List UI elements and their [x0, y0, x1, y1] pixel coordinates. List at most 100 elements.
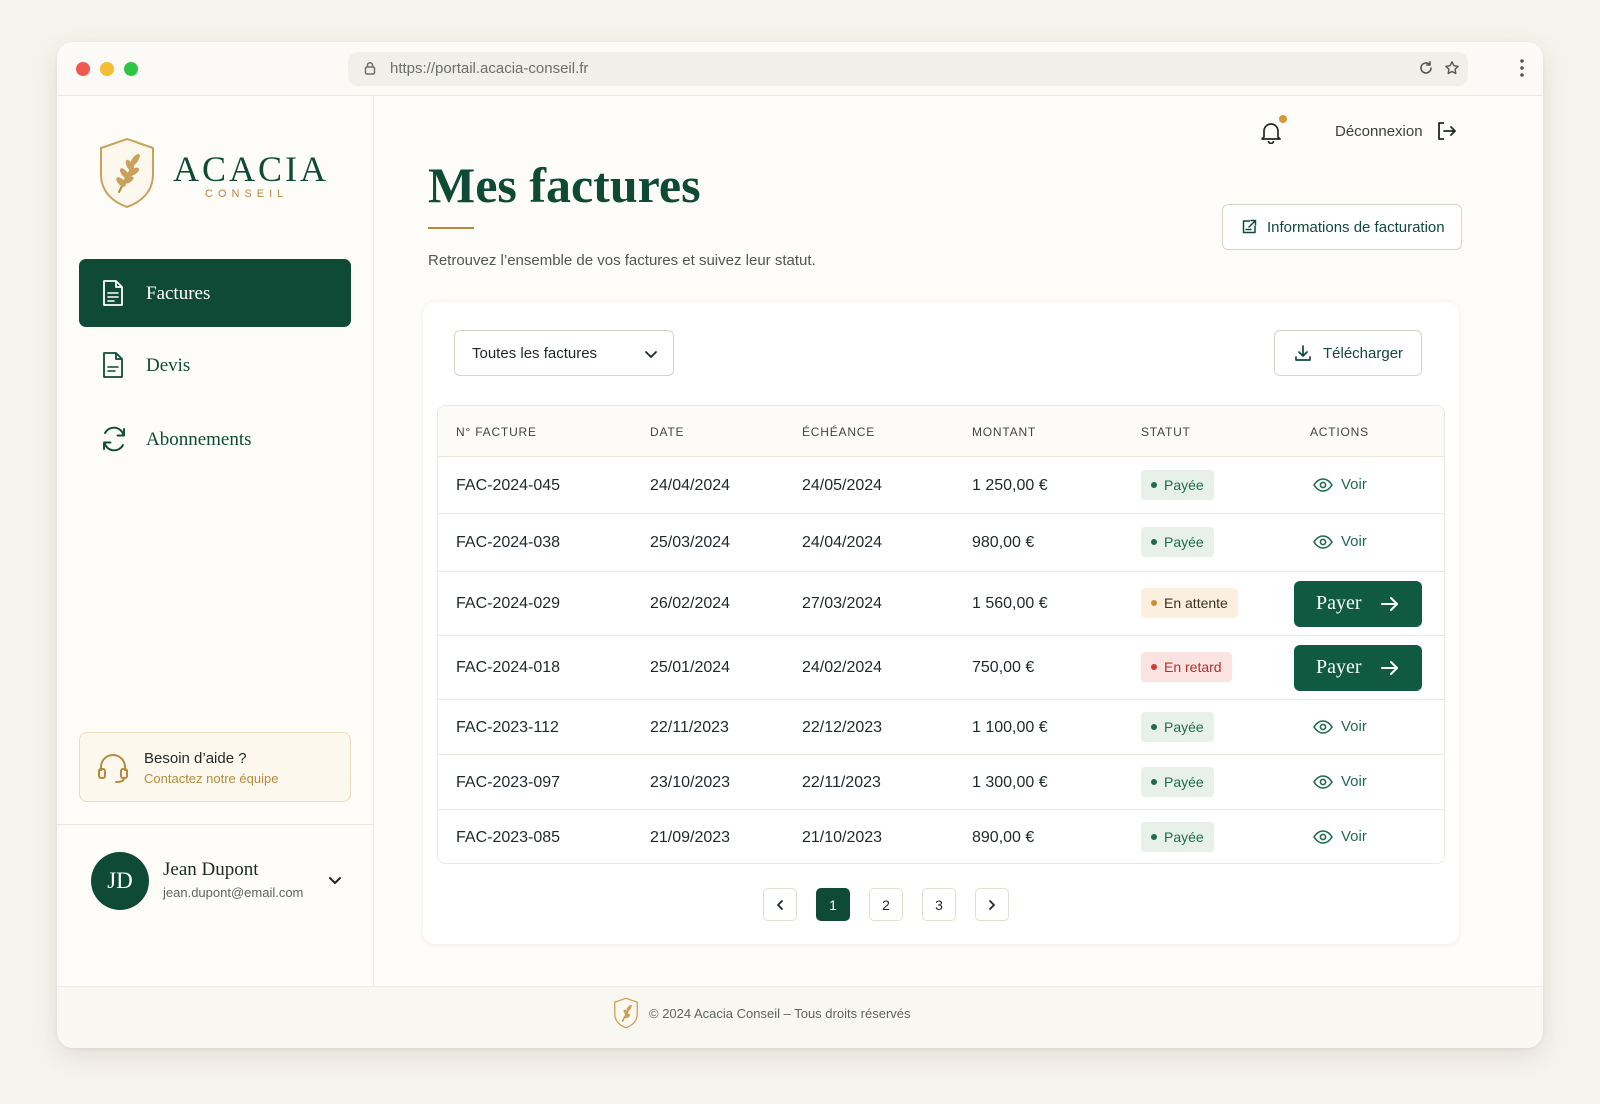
column-header: DATE: [650, 425, 685, 439]
table-row[interactable]: FAC-2024-029 26/02/2024 27/03/2024 1 560…: [438, 572, 1444, 636]
browser-menu-icon[interactable]: [1519, 58, 1525, 83]
acacia-leaf-shield-logo-icon: [613, 997, 639, 1034]
chevron-down-icon[interactable]: [327, 872, 343, 893]
notification-dot: [1279, 115, 1287, 123]
invoice-amount: 980,00 €: [972, 534, 1035, 551]
invoice-amount: 1 250,00 €: [972, 477, 1048, 494]
invoice-date: 24/04/2024: [650, 477, 731, 494]
column-header: N° FACTURE: [456, 425, 537, 439]
bookmark-star-icon[interactable]: [1444, 60, 1460, 81]
brand-tagline: CONSEIL: [205, 188, 289, 200]
arrow-right-icon: [1381, 661, 1398, 675]
help-card[interactable]: Besoin d’aide ? Contactez notre équipe: [79, 732, 351, 802]
invoice-date: 25/01/2024: [650, 659, 731, 676]
minimize-window-button[interactable]: [100, 62, 114, 76]
status-badge: En retard: [1141, 652, 1232, 682]
chevron-left-icon: [777, 899, 783, 910]
status-badge: Payée: [1141, 712, 1214, 742]
view-invoice-button[interactable]: Voir: [1313, 533, 1367, 550]
document-icon: [101, 279, 125, 312]
acacia-leaf-shield-logo-icon: [97, 136, 157, 215]
logout-icon[interactable]: [1435, 120, 1457, 147]
table-row[interactable]: FAC-2023-085 21/09/2023 21/10/2023 890,0…: [438, 810, 1444, 863]
table-row[interactable]: FAC-2023-097 23/10/2023 22/11/2023 1 300…: [438, 755, 1444, 810]
eye-icon: [1313, 719, 1333, 734]
invoice-due-date: 21/10/2023: [802, 829, 883, 846]
invoice-number: FAC-2023-085: [456, 829, 561, 846]
eye-icon: [1313, 829, 1333, 844]
headset-icon: [96, 751, 130, 790]
sidebar: ACACIA CONSEIL Factures Devis Abonnement…: [57, 96, 374, 986]
invoice-amount: 1 300,00 €: [972, 774, 1048, 791]
sidebar-item-label: Devis: [146, 355, 191, 376]
column-header: MONTANT: [972, 425, 1037, 439]
help-title: Besoin d’aide ?: [144, 750, 247, 767]
table-row[interactable]: FAC-2024-038 25/03/2024 24/04/2024 980,0…: [438, 514, 1444, 572]
status-badge: Payée: [1141, 767, 1214, 797]
download-button[interactable]: Télécharger: [1274, 330, 1422, 376]
invoice-number: FAC-2023-112: [456, 719, 559, 736]
invoice-date: 23/10/2023: [650, 774, 731, 791]
column-header: ÉCHÉANCE: [802, 425, 876, 439]
sidebar-item-devis[interactable]: Devis: [79, 331, 351, 399]
invoice-due-date: 22/11/2023: [802, 774, 881, 791]
bell-icon[interactable]: [1260, 120, 1282, 149]
invoice-filter-select[interactable]: Toutes les factures: [454, 330, 674, 376]
pay-invoice-button[interactable]: Payer: [1294, 645, 1422, 691]
download-label: Télécharger: [1323, 345, 1404, 362]
invoice-due-date: 24/02/2024: [802, 659, 883, 676]
page-title: Mes factures: [428, 157, 701, 213]
logout-button[interactable]: Déconnexion: [1335, 123, 1423, 140]
address-bar[interactable]: https://portail.acacia-conseil.fr: [348, 52, 1468, 86]
sidebar-item-abonnements[interactable]: Abonnements: [79, 405, 351, 473]
refresh-icon: [99, 424, 129, 459]
browser-chrome: https://portail.acacia-conseil.fr: [57, 42, 1543, 96]
maximize-window-button[interactable]: [124, 62, 138, 76]
invoice-number: FAC-2024-038: [456, 534, 561, 551]
invoice-date: 21/09/2023: [650, 829, 731, 846]
table-row[interactable]: FAC-2024-045 24/04/2024 24/05/2024 1 250…: [438, 457, 1444, 514]
invoice-date: 25/03/2024: [650, 534, 731, 551]
invoice-number: FAC-2024-045: [456, 477, 561, 494]
invoice-amount: 890,00 €: [972, 829, 1035, 846]
avatar[interactable]: JD: [91, 852, 149, 910]
pagination-page-2[interactable]: 2: [869, 888, 903, 921]
close-window-button[interactable]: [76, 62, 90, 76]
sidebar-item-factures[interactable]: Factures: [79, 259, 351, 327]
contact-team-link[interactable]: Contactez notre équipe: [144, 771, 278, 786]
pay-invoice-button[interactable]: Payer: [1294, 581, 1422, 627]
view-invoice-button[interactable]: Voir: [1313, 828, 1367, 845]
view-invoice-button[interactable]: Voir: [1313, 773, 1367, 790]
divider: [57, 824, 374, 825]
title-underline: [428, 227, 474, 229]
footer: © 2024 Acacia Conseil – Tous droits rése…: [57, 986, 1543, 1048]
invoice-number: FAC-2024-029: [456, 595, 561, 612]
table-row[interactable]: FAC-2024-018 25/01/2024 24/02/2024 750,0…: [438, 636, 1444, 700]
pagination-page-3[interactable]: 3: [922, 888, 956, 921]
invoice-date: 26/02/2024: [650, 595, 731, 612]
chevron-down-icon: [643, 346, 659, 367]
billing-info-label: Informations de facturation: [1267, 219, 1445, 236]
pagination-previous-button[interactable]: [763, 888, 797, 921]
status-badge: En attente: [1141, 588, 1238, 618]
view-invoice-button[interactable]: Voir: [1313, 718, 1367, 735]
pagination-page-1[interactable]: 1: [816, 888, 850, 921]
billing-info-button[interactable]: Informations de facturation: [1222, 204, 1462, 250]
invoice-due-date: 22/12/2023: [802, 719, 883, 736]
view-invoice-button[interactable]: Voir: [1313, 476, 1367, 493]
document-icon: [101, 351, 125, 384]
external-edit-icon: [1241, 219, 1257, 240]
table-row[interactable]: FAC-2023-112 22/11/2023 22/12/2023 1 100…: [438, 700, 1444, 755]
url-text: https://portail.acacia-conseil.fr: [390, 60, 589, 77]
invoice-number: FAC-2023-097: [456, 774, 561, 791]
eye-icon: [1313, 774, 1333, 789]
column-header: STATUT: [1141, 425, 1191, 439]
invoices-table: N° FACTURE DATE ÉCHÉANCE MONTANT STATUT …: [437, 405, 1445, 864]
chevron-right-icon: [989, 899, 995, 910]
eye-icon: [1313, 534, 1333, 549]
reload-icon[interactable]: [1418, 60, 1434, 81]
sidebar-item-label: Abonnements: [146, 429, 252, 450]
invoice-amount: 1 100,00 €: [972, 719, 1048, 736]
page-subtitle: Retrouvez l’ensemble de vos factures et …: [428, 252, 816, 269]
pagination-next-button[interactable]: [975, 888, 1009, 921]
